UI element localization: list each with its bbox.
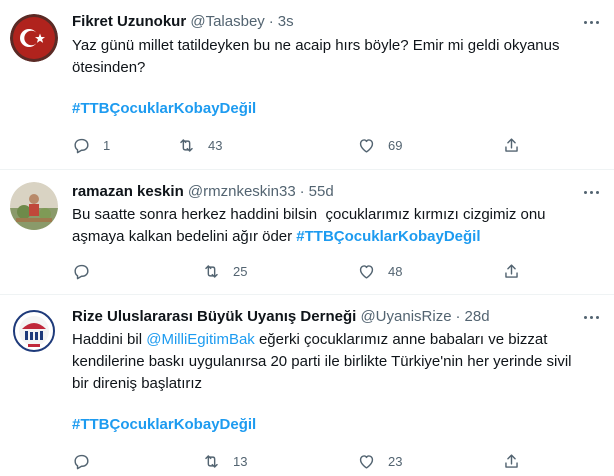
- tweet-header: ramazan keskin @rmznkeskin33 · 55d: [72, 182, 334, 202]
- share-button[interactable]: [502, 134, 521, 156]
- tweet-header: Fikret Uzunokur @Talasbey · 3s: [72, 12, 294, 32]
- tweet-actions: 13 23: [72, 450, 542, 472]
- hashtag-link[interactable]: #TTBÇocuklarKobayDeğil: [72, 100, 256, 117]
- more-options-icon[interactable]: [582, 182, 602, 202]
- retweet-count: 43: [208, 137, 223, 153]
- like-button[interactable]: 69: [357, 134, 402, 156]
- heart-icon: [359, 138, 374, 153]
- share-button[interactable]: [502, 450, 521, 472]
- tweet-text-line: Yaz günü millet tatildeyken bu ne acaip …: [72, 37, 560, 54]
- tweet-text-line: Bu saatte sonra herkez haddini bilsin ço…: [72, 206, 546, 223]
- tweet-actions: 1 43 69: [72, 134, 542, 156]
- reply-button[interactable]: [72, 260, 103, 282]
- turkish-flag-avatar-icon: [10, 14, 58, 62]
- timestamp[interactable]: 3s: [278, 13, 294, 30]
- tweet-hashtag-block: #TTBÇocuklarKobayDeğil: [72, 414, 607, 436]
- tweet-text: Yaz günü millet tatildeyken bu ne acaip …: [72, 35, 607, 79]
- more-options-icon[interactable]: [582, 307, 602, 327]
- author-handle[interactable]: @rmznkeskin33: [188, 183, 296, 200]
- tweet-text: Haddini bil @MilliEgitimBak eğerki çocuk…: [72, 329, 607, 395]
- tweet-text: Bu saatte sonra herkez haddini bilsin ço…: [72, 204, 607, 248]
- like-button[interactable]: 48: [357, 260, 402, 282]
- share-button[interactable]: [502, 260, 521, 282]
- share-icon: [505, 453, 518, 468]
- tweet-text-line: kendilerine baskı uygulanırsa 20 parti i…: [72, 353, 572, 370]
- author-name[interactable]: Fikret Uzunokur: [72, 13, 186, 30]
- like-button[interactable]: 23: [357, 450, 402, 472]
- tweet-text-line: Haddini bil @MilliEgitimBak eğerki çocuk…: [72, 329, 607, 351]
- retweet-button[interactable]: 43: [177, 134, 222, 156]
- reply-count: 1: [103, 137, 111, 153]
- author-handle[interactable]: @UyanisRize: [360, 308, 451, 325]
- share-icon: [505, 137, 518, 152]
- author-name[interactable]: Rize Uluslararası Büyük Uyanış Derneği: [72, 308, 356, 325]
- separator-dot: ·: [455, 308, 461, 325]
- author-name[interactable]: ramazan keskin: [72, 183, 184, 200]
- author-handle[interactable]: @Talasbey: [190, 13, 264, 30]
- reply-icon: [74, 264, 89, 279]
- retweet-icon: [180, 138, 193, 152]
- avatar[interactable]: [10, 307, 58, 355]
- retweet-count: 13: [233, 453, 248, 469]
- like-count: 48: [388, 263, 403, 279]
- tweet-text-segment: aşmaya kalkan bedelini ağır öder: [72, 228, 297, 245]
- separator-dot: ·: [299, 183, 305, 200]
- share-icon: [505, 263, 518, 278]
- like-count: 23: [388, 453, 403, 469]
- heart-icon: [359, 264, 374, 279]
- tweet-text-segment: eğerki çocuklarımız anne babaları ve biz…: [254, 331, 548, 348]
- tweet-text-line: ötesinden?: [72, 59, 146, 76]
- retweet-icon: [205, 264, 218, 278]
- reply-icon: [74, 454, 89, 469]
- tweet-2[interactable]: ramazan keskin @rmznkeskin33 · 55d Bu saat…: [0, 170, 614, 295]
- tweet-1[interactable]: Fikret Uzunokur @Talasbey · 3s Yaz günü mi…: [0, 0, 614, 170]
- retweet-count: 25: [233, 263, 248, 279]
- tweet-text-segment: Haddini bil: [72, 331, 147, 348]
- retweet-button[interactable]: 25: [202, 260, 247, 282]
- reply-button[interactable]: [72, 450, 103, 472]
- tweet-3[interactable]: Rize Uluslararası Büyük Uyanış Derneği @…: [0, 295, 614, 476]
- separator-dot: ·: [268, 13, 274, 30]
- hashtag-link[interactable]: #TTBÇocuklarKobayDeğil: [72, 416, 256, 433]
- reply-icon: [74, 138, 89, 153]
- mention-link[interactable]: @MilliEgitimBak: [146, 331, 255, 348]
- tweet-text-line: aşmaya kalkan bedelini ağır öder #TTBÇoc…: [72, 226, 607, 248]
- like-count: 69: [388, 137, 403, 153]
- timestamp[interactable]: 55d: [309, 183, 334, 200]
- hashtag-link[interactable]: #TTBÇocuklarKobayDeğil: [296, 228, 480, 245]
- more-options-icon[interactable]: [582, 12, 602, 32]
- tweet-actions: 25 48: [72, 260, 542, 282]
- association-logo-avatar-icon: [10, 307, 58, 355]
- tweet-hashtag-block: #TTBÇocuklarKobayDeğil: [72, 98, 607, 120]
- avatar[interactable]: [10, 182, 58, 230]
- avatar[interactable]: [10, 14, 58, 62]
- timestamp[interactable]: 28d: [465, 308, 490, 325]
- photo-avatar-icon: [10, 182, 58, 230]
- retweet-button[interactable]: 13: [202, 450, 247, 472]
- retweet-icon: [205, 454, 218, 468]
- reply-button[interactable]: 1: [72, 134, 110, 156]
- heart-icon: [359, 454, 374, 469]
- tweet-header: Rize Uluslararası Büyük Uyanış Derneği @…: [72, 307, 490, 327]
- tweet-text-line: bir direniş başlatırız: [72, 375, 203, 392]
